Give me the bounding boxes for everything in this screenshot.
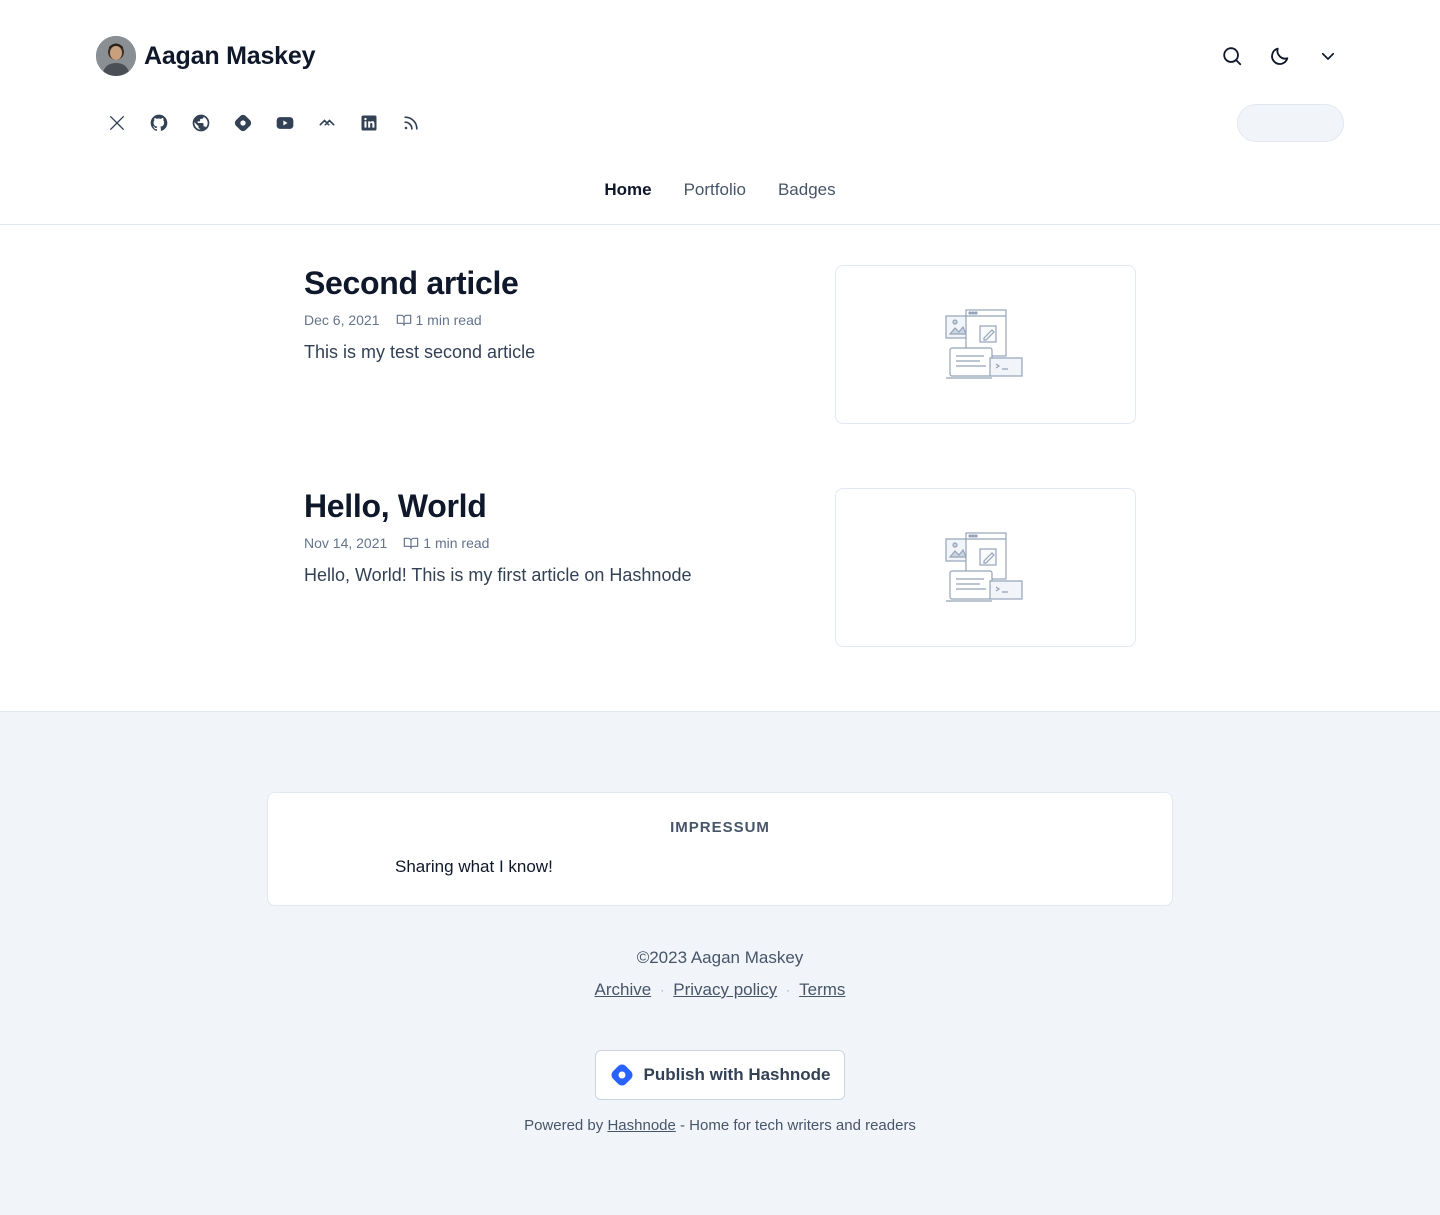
terms-link[interactable]: Terms	[799, 980, 845, 1000]
publish-label: Publish with Hashnode	[643, 1065, 831, 1084]
blog-brand[interactable]: Aagan Maskey	[96, 36, 315, 76]
chevron-down-icon[interactable]	[1312, 36, 1344, 76]
nav-item-badges[interactable]: Badges	[778, 180, 836, 208]
link-separator: ·	[660, 983, 665, 997]
github-icon[interactable]	[138, 102, 180, 144]
blog-footer: IMPRESSUM Sharing what I know! ©2023 Aag…	[0, 711, 1440, 1215]
blog-header: Aagan Maskey Home Portfolio Badges	[0, 0, 1440, 225]
blog-title[interactable]: Aagan Maskey	[144, 42, 315, 71]
impressum-card: IMPRESSUM Sharing what I know!	[267, 792, 1173, 906]
read-time: 1 min read	[403, 535, 489, 551]
nav-item-home[interactable]: Home	[604, 180, 651, 208]
powered-by: Powered by Hashnode - Home for tech writ…	[0, 1117, 1440, 1134]
post-cover-placeholder[interactable]	[835, 488, 1136, 647]
publish-with-hashnode-button[interactable]: Publish with Hashnode	[595, 1050, 845, 1100]
post-cover-placeholder[interactable]	[835, 265, 1136, 424]
powered-prefix: Powered by	[524, 1117, 604, 1134]
read-time-label: 1 min read	[423, 535, 490, 551]
x-twitter-icon[interactable]	[96, 102, 138, 144]
hashnode-link[interactable]: Hashnode	[607, 1117, 675, 1134]
archive-link[interactable]: Archive	[595, 980, 652, 1000]
search-icon[interactable]	[1216, 36, 1248, 76]
linkedin-icon[interactable]	[348, 102, 390, 144]
post-date: Nov 14, 2021	[304, 535, 388, 551]
book-open-icon	[404, 537, 419, 549]
image-placeholder-icon	[944, 531, 1023, 602]
privacy-policy-link[interactable]: Privacy policy	[673, 980, 777, 1000]
powered-suffix: - Home for tech writers and readers	[680, 1117, 916, 1134]
book-open-icon	[396, 314, 411, 326]
globe-icon[interactable]	[180, 102, 222, 144]
footer-links: Archive · Privacy policy · Terms	[0, 980, 1440, 1000]
social-links	[96, 102, 432, 144]
impressum-title: IMPRESSUM	[670, 819, 770, 836]
post-card: Second article Dec 6, 2021 1 min read Th…	[304, 265, 1136, 424]
header-actions	[1216, 36, 1344, 76]
stackoverflow-icon[interactable]	[306, 102, 348, 144]
main-nav: Home Portfolio Badges	[0, 180, 1440, 208]
link-separator: ·	[786, 983, 791, 997]
read-time-label: 1 min read	[415, 312, 482, 328]
rss-icon[interactable]	[390, 102, 432, 144]
read-time: 1 min read	[396, 312, 482, 328]
hashnode-logo-icon	[611, 1064, 634, 1086]
youtube-icon[interactable]	[264, 102, 306, 144]
loading-button-placeholder[interactable]	[1237, 104, 1344, 142]
copyright-text: ©2023 Aagan Maskey	[636, 948, 804, 967]
impressum-text: Sharing what I know!	[395, 857, 553, 876]
post-card: Hello, World Nov 14, 2021 1 min read Hel…	[304, 488, 1136, 647]
post-feed: Second article Dec 6, 2021 1 min read Th…	[0, 225, 1440, 711]
moon-icon[interactable]	[1264, 36, 1296, 76]
post-date: Dec 6, 2021	[304, 312, 380, 328]
nav-item-portfolio[interactable]: Portfolio	[684, 180, 746, 208]
avatar[interactable]	[96, 36, 136, 76]
hashnode-icon[interactable]	[222, 102, 264, 144]
image-placeholder-icon	[944, 308, 1023, 379]
